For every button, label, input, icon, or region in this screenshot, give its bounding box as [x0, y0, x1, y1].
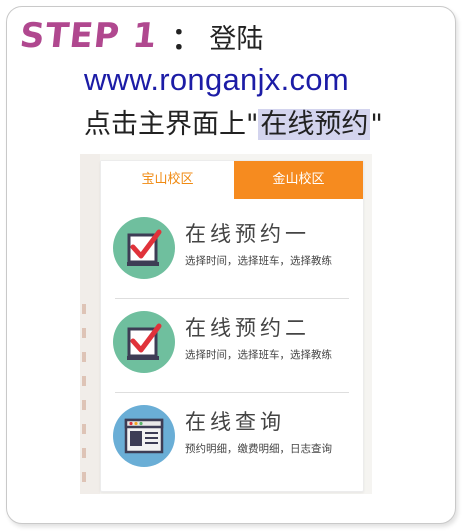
menu-item-subtitle: 选择时间，选择班车，选择教练 [185, 255, 332, 267]
background-marks [82, 304, 86, 484]
checkbox-icon [113, 311, 175, 373]
booking-menu-card: 宝山校区 金山校区 在线预约一 选择时间，选择班车，选择教练 在线预约二 选择时… [100, 160, 364, 492]
step-label: STEP 1 [17, 16, 160, 56]
app-screenshot: 宝山校区 金山校区 在线预约一 选择时间，选择班车，选择教练 在线预约二 选择时… [80, 154, 372, 494]
step-colon: ： [171, 22, 202, 57]
menu-item-online-booking-1[interactable]: 在线预约一 选择时间，选择班车，选择教练 [113, 213, 351, 285]
instruction-text: 点击主界面上"在线预约" [84, 102, 383, 141]
menu-item-title: 在线预约二 [185, 316, 310, 340]
background-strip [80, 154, 100, 494]
menu-item-subtitle: 预约明细，缴费明细，日志查询 [185, 443, 332, 455]
tab-baoshan-campus[interactable]: 宝山校区 [101, 161, 234, 199]
checkbox-icon [113, 217, 175, 279]
instruction-suffix: " [370, 109, 383, 140]
menu-item-online-query[interactable]: 在线查询 预约明细，缴费明细，日志查询 [113, 401, 351, 473]
menu-item-title: 在线查询 [185, 410, 285, 434]
instruction-prefix: 点击主界面上" [84, 109, 259, 140]
browser-window-icon [113, 405, 175, 467]
step-header: STEP 1 ： 登陆 [17, 14, 264, 58]
menu-item-title: 在线预约一 [185, 222, 310, 246]
instruction-highlight: 在线预约 [258, 109, 371, 140]
tab-jinshan-campus[interactable]: 金山校区 [234, 161, 363, 199]
website-url: www.ronganjx.com [84, 62, 349, 97]
divider [115, 298, 349, 299]
menu-item-subtitle: 选择时间，选择班车，选择教练 [185, 349, 332, 361]
menu-item-online-booking-2[interactable]: 在线预约二 选择时间，选择班车，选择教练 [113, 307, 351, 379]
step-title: 登陆 [209, 23, 264, 55]
campus-tabs: 宝山校区 金山校区 [101, 161, 363, 199]
divider [115, 392, 349, 393]
